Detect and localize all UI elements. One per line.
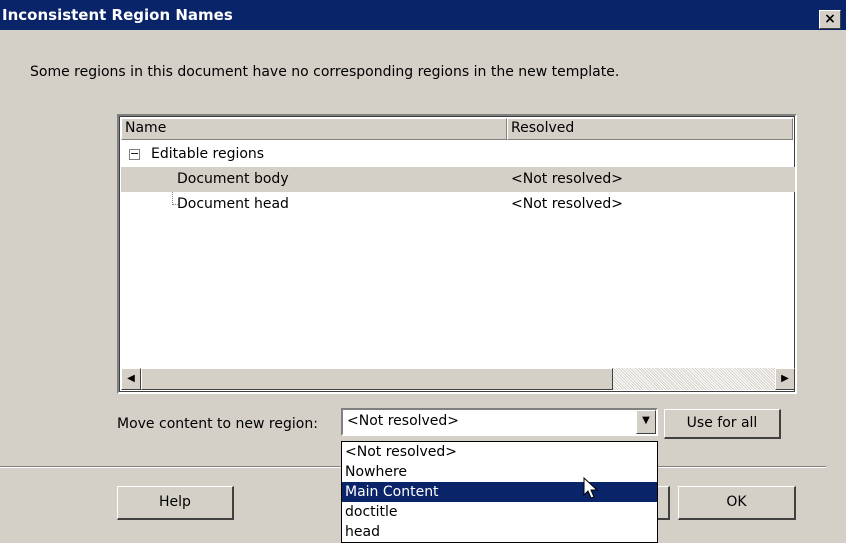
help-button[interactable]: Help	[117, 486, 234, 520]
select-value: <Not resolved>	[347, 413, 460, 429]
region-resolved: <Not resolved>	[511, 196, 624, 212]
dropdown-option[interactable]: head	[342, 522, 657, 542]
region-dropdown-list[interactable]: <Not resolved> Nowhere Main Content doct…	[341, 441, 658, 543]
new-region-select[interactable]: <Not resolved> ▼	[341, 408, 658, 436]
region-resolved: <Not resolved>	[511, 171, 624, 187]
region-name: Document head	[177, 196, 289, 212]
horizontal-scrollbar[interactable]: ◀ ▶	[121, 368, 795, 390]
regions-tree[interactable]: Name Resolved − Editable regions Documen…	[117, 114, 797, 394]
column-header-name[interactable]: Name	[121, 118, 507, 140]
dropdown-option[interactable]: <Not resolved>	[342, 442, 657, 462]
tree-group-editable-regions[interactable]: − Editable regions	[121, 142, 795, 167]
tree-group-label: Editable regions	[151, 146, 265, 162]
scroll-thumb[interactable]	[141, 368, 613, 390]
title-bar[interactable]: Inconsistent Region Names	[0, 0, 846, 30]
chevron-down-icon[interactable]: ▼	[636, 410, 656, 434]
column-header-resolved[interactable]: Resolved	[507, 118, 793, 140]
scroll-track[interactable]	[613, 368, 775, 390]
dropdown-option[interactable]: doctitle	[342, 502, 657, 522]
tree-row[interactable]: Document head <Not resolved>	[121, 192, 795, 217]
region-name: Document body	[177, 171, 289, 187]
message-text: Some regions in this document have no co…	[30, 64, 620, 80]
dropdown-option-selected[interactable]: Main Content	[342, 482, 657, 502]
dropdown-option[interactable]: Nowhere	[342, 462, 657, 482]
ok-button[interactable]: OK	[678, 486, 796, 520]
scroll-right-icon[interactable]: ▶	[775, 368, 795, 390]
mouse-pointer-icon	[583, 477, 599, 499]
close-button[interactable]: ×	[819, 10, 841, 29]
tree-row[interactable]: Document body <Not resolved>	[121, 167, 795, 192]
use-for-all-button[interactable]: Use for all	[664, 409, 781, 439]
scroll-left-icon[interactable]: ◀	[121, 368, 141, 390]
collapse-icon[interactable]: −	[129, 148, 140, 160]
move-content-label: Move content to new region:	[117, 416, 318, 432]
dialog-title: Inconsistent Region Names	[2, 6, 233, 24]
